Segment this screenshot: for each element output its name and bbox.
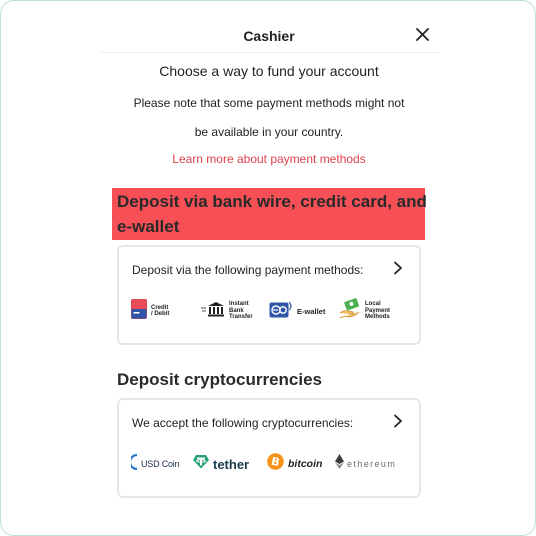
dialog-subtitle: Choose a way to fund your account — [159, 63, 379, 79]
bitcoin-coin: B bitcoin — [267, 453, 335, 475]
tether-icon — [193, 454, 209, 474]
ethereum-coin: ethereum — [335, 454, 403, 474]
credit-card-icon — [131, 298, 147, 324]
local-payment-label: Local Payment Methods — [365, 301, 391, 321]
fiat-methods-row: Credit / Debit Instant Bank Transfer E-w… — [131, 297, 411, 325]
usd-coin: USD Coin — [128, 453, 193, 475]
fiat-card-text: Deposit via the following payment method… — [132, 263, 364, 277]
learn-more-link[interactable]: Learn more about payment methods — [1, 152, 536, 166]
bitcoin-icon: B — [267, 453, 284, 475]
crypto-section-title: Deposit cryptocurrencies — [117, 370, 323, 389]
instant-bank-transfer-method: Instant Bank Transfer — [201, 301, 269, 322]
usd-coin-icon — [128, 453, 139, 475]
ewallet-label: E-wallet — [297, 306, 326, 316]
note-line-2: be available in your country. — [194, 125, 344, 139]
close-icon[interactable] — [411, 23, 433, 45]
fiat-title-line-1: Deposit via bank wire, credit card, and — [117, 192, 427, 211]
chevron-right-icon — [393, 261, 407, 279]
tether-coin: tether — [193, 454, 267, 474]
usd-coin-label: USD Coin — [141, 459, 180, 469]
credit-debit-method: Credit / Debit — [131, 298, 201, 324]
chevron-right-icon — [393, 414, 407, 432]
availability-note: Please note that some payment methods mi… — [121, 89, 417, 147]
fiat-methods-card[interactable]: Deposit via the following payment method… — [117, 245, 421, 345]
bitcoin-label: bitcoin — [288, 458, 323, 470]
credit-debit-label: Credit / Debit — [151, 304, 170, 318]
fiat-title-line-2: e-wallet — [117, 217, 180, 236]
local-payment-method: Local Payment Methods — [339, 297, 409, 325]
ethereum-icon — [335, 454, 344, 474]
fiat-section-title: Deposit via bank wire, credit card, and … — [117, 189, 427, 239]
crypto-coins-row: USD Coin tether B bitcoin ethereum — [128, 450, 411, 478]
ewallet-icon — [269, 300, 293, 323]
dialog-header: Cashier — [99, 19, 439, 53]
crypto-methods-card[interactable]: We accept the following cryptocurrencies… — [117, 398, 421, 498]
tether-label: tether — [213, 456, 250, 472]
crypto-card-text: We accept the following cryptocurrencies… — [132, 416, 354, 430]
dialog-title: Cashier — [243, 28, 295, 44]
cash-hand-icon — [339, 297, 361, 325]
note-line-1: Please note that some payment methods mi… — [133, 96, 405, 110]
ewallet-method: E-wallet — [269, 300, 339, 323]
cashier-dialog: Cashier Choose a way to fund your accoun… — [0, 0, 536, 536]
bank-transfer-label: Instant Bank Transfer — [229, 301, 253, 321]
ethereum-label: ethereum — [347, 459, 397, 469]
bank-icon — [201, 301, 225, 322]
